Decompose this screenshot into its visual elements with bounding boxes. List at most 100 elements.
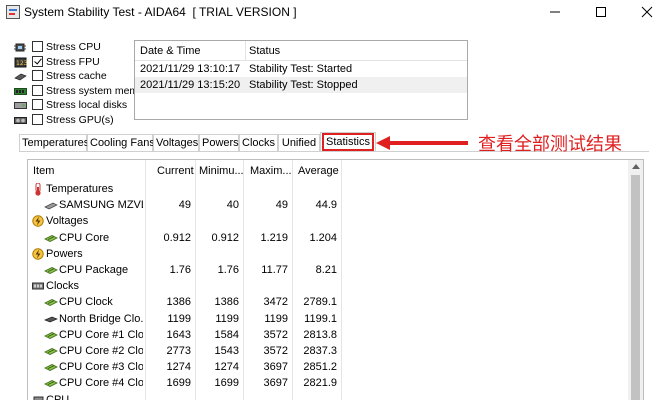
stress-checkbox[interactable] <box>32 84 43 96</box>
stats-maximum: 3697 <box>263 361 288 374</box>
scroll-up-arrow-icon[interactable] <box>632 164 640 169</box>
stats-group-row[interactable]: Voltages <box>28 213 628 229</box>
cache-icon <box>14 71 27 81</box>
header-minimum[interactable]: Minimu... <box>199 165 244 177</box>
stats-current: 1643 <box>166 328 191 341</box>
log-status: Stability Test: Stopped <box>249 79 358 91</box>
stats-current: 49 <box>178 199 191 212</box>
stats-item-row[interactable]: CPU Core #1 Clock 1643 1584 3572 2813.8 <box>28 327 628 343</box>
stats-item-row[interactable]: North Bridge Clo... 1199 1199 1199 1199.1 <box>28 311 628 327</box>
cpu-chip-icon <box>14 42 27 52</box>
stats-maximum: 1199 <box>264 312 288 325</box>
tab-statistics[interactable]: Statistics <box>320 132 376 152</box>
stress-option-row[interactable]: Stress cache <box>12 69 138 84</box>
header-maximum[interactable]: Maxim... <box>250 165 292 177</box>
stats-group-row[interactable]: Clocks <box>28 278 628 294</box>
stats-item-row[interactable]: CPU Core #2 Clock 2773 1543 3572 2837.3 <box>28 343 628 359</box>
header-average[interactable]: Average <box>298 165 339 177</box>
tab-clocks[interactable]: Clocks <box>239 134 278 152</box>
stress-option-label: Stress GPU(s) <box>46 113 114 126</box>
cpu-chip-icon <box>44 296 58 308</box>
stats-minimum: 1.76 <box>217 264 239 276</box>
stress-options: Stress CPU 123 Stress FPU Stress cache Stres… <box>12 40 138 127</box>
stats-average: 1.204 <box>309 231 337 244</box>
stats-item-name: CPU Core #2 Clock <box>59 345 143 357</box>
log-header-datetime[interactable]: Date & Time <box>140 45 201 57</box>
cpu-chip-icon <box>44 345 58 357</box>
cpu-group-icon <box>32 394 44 400</box>
header-current[interactable]: Current <box>157 165 194 177</box>
stress-checkbox[interactable] <box>32 70 43 81</box>
stats-maximum: 1.219 <box>260 231 288 244</box>
log-row[interactable]: 2021/11/29 13:10:17 Stability Test: Star… <box>135 61 467 77</box>
stats-current: 0.912 <box>163 231 191 244</box>
stats-item-row[interactable]: CPU Core #3 Clock 1274 1274 3697 2851.2 <box>28 359 628 375</box>
stats-average: 8.21 <box>315 264 337 276</box>
minimize-button[interactable] <box>532 0 578 24</box>
stats-minimum: 1386 <box>214 296 239 309</box>
stress-checkbox[interactable] <box>32 99 43 110</box>
stats-item-row[interactable]: CPU Core #4 Clock 1699 1699 3697 2821.9 <box>28 375 628 391</box>
stats-maximum: 49 <box>275 199 288 212</box>
maximize-icon <box>596 7 606 17</box>
stats-item-row[interactable]: SAMSUNG MZVL... 49 40 49 44.9 <box>28 197 628 213</box>
stress-checkbox[interactable] <box>32 55 43 67</box>
aida64-app-icon <box>6 5 20 19</box>
log-header: Date & Time Status <box>135 41 467 61</box>
stats-minimum: 1199 <box>215 312 239 325</box>
window-title: System Stability Test - AIDA64 [ TRIAL V… <box>24 5 297 19</box>
stats-group-row[interactable]: Temperatures <box>28 181 628 197</box>
svg-text:123: 123 <box>16 60 27 67</box>
stress-option-row[interactable]: Stress CPU <box>12 40 138 55</box>
stats-item-row[interactable]: CPU Package 1.76 1.76 11.77 8.21 <box>28 262 628 278</box>
stats-current: 1386 <box>166 296 191 309</box>
stats-item-name: CPU Core #1 Clock <box>59 328 143 341</box>
stress-option-label: Stress CPU <box>46 41 101 53</box>
stress-option-label: Stress system memory <box>46 84 138 97</box>
stats-group-row[interactable]: Powers <box>28 246 628 262</box>
stress-checkbox[interactable] <box>32 41 43 52</box>
thermometer-icon <box>32 182 44 196</box>
stats-group-row[interactable]: CPU <box>28 392 628 400</box>
stats-item-row[interactable]: CPU Core 0.912 0.912 1.219 1.204 <box>28 230 628 246</box>
title-bar: System Stability Test - AIDA64 [ TRIAL V… <box>0 0 670 24</box>
stats-item-row[interactable]: CPU Clock 1386 1386 3472 2789.1 <box>28 294 628 310</box>
cpu-chip-icon <box>44 264 58 276</box>
scrollbar-thumb[interactable] <box>631 175 640 400</box>
cpu-chip-icon <box>44 232 58 244</box>
stats-item-name: CPU Package <box>59 264 129 276</box>
close-button[interactable] <box>624 0 670 24</box>
header-item[interactable]: Item <box>33 165 54 177</box>
stress-checkbox[interactable] <box>32 113 43 125</box>
tab-cooling-fans[interactable]: Cooling Fans <box>87 134 155 152</box>
gpu-icon <box>14 115 27 125</box>
stats-item-name: Clocks <box>46 280 80 293</box>
stress-option-row[interactable]: 123 Stress FPU <box>12 55 138 70</box>
statistics-table: Item Current Minimu... Maxim... Average … <box>27 159 644 400</box>
tab-label: Powers <box>202 137 239 149</box>
log-datetime: 2021/11/29 13:10:17 <box>140 63 241 75</box>
tab-label: Unified <box>281 137 317 149</box>
tab-unified[interactable]: Unified <box>278 134 320 152</box>
tab-voltages[interactable]: Voltages <box>153 134 199 152</box>
stress-option-row[interactable]: Stress system memory <box>12 84 138 99</box>
stats-minimum: 1543 <box>214 345 239 357</box>
stress-option-label: Stress local disks <box>46 99 128 111</box>
disk-drive-icon <box>14 100 27 110</box>
stress-option-row[interactable]: Stress GPU(s) <box>12 113 138 128</box>
stats-current: 1.76 <box>169 264 191 276</box>
tab-temperatures[interactable]: Temperatures <box>19 134 89 152</box>
log-header-status[interactable]: Status <box>249 45 280 57</box>
stats-item-name: North Bridge Clo... <box>59 312 143 325</box>
log-row[interactable]: 2021/11/29 13:15:20 Stability Test: Stop… <box>135 77 467 93</box>
vertical-scrollbar[interactable] <box>628 160 643 400</box>
stress-option-row[interactable]: Stress local disks <box>12 98 138 113</box>
maximize-button[interactable] <box>578 0 624 24</box>
power-icon <box>32 248 44 260</box>
stats-minimum: 1274 <box>214 361 239 374</box>
stats-minimum: 1699 <box>214 377 239 390</box>
stats-current: 1699 <box>166 377 191 390</box>
cpu-chip-icon <box>44 377 58 389</box>
stats-item-name: CPU Core #3 Clock <box>59 361 143 374</box>
tab-powers[interactable]: Powers <box>199 134 239 152</box>
